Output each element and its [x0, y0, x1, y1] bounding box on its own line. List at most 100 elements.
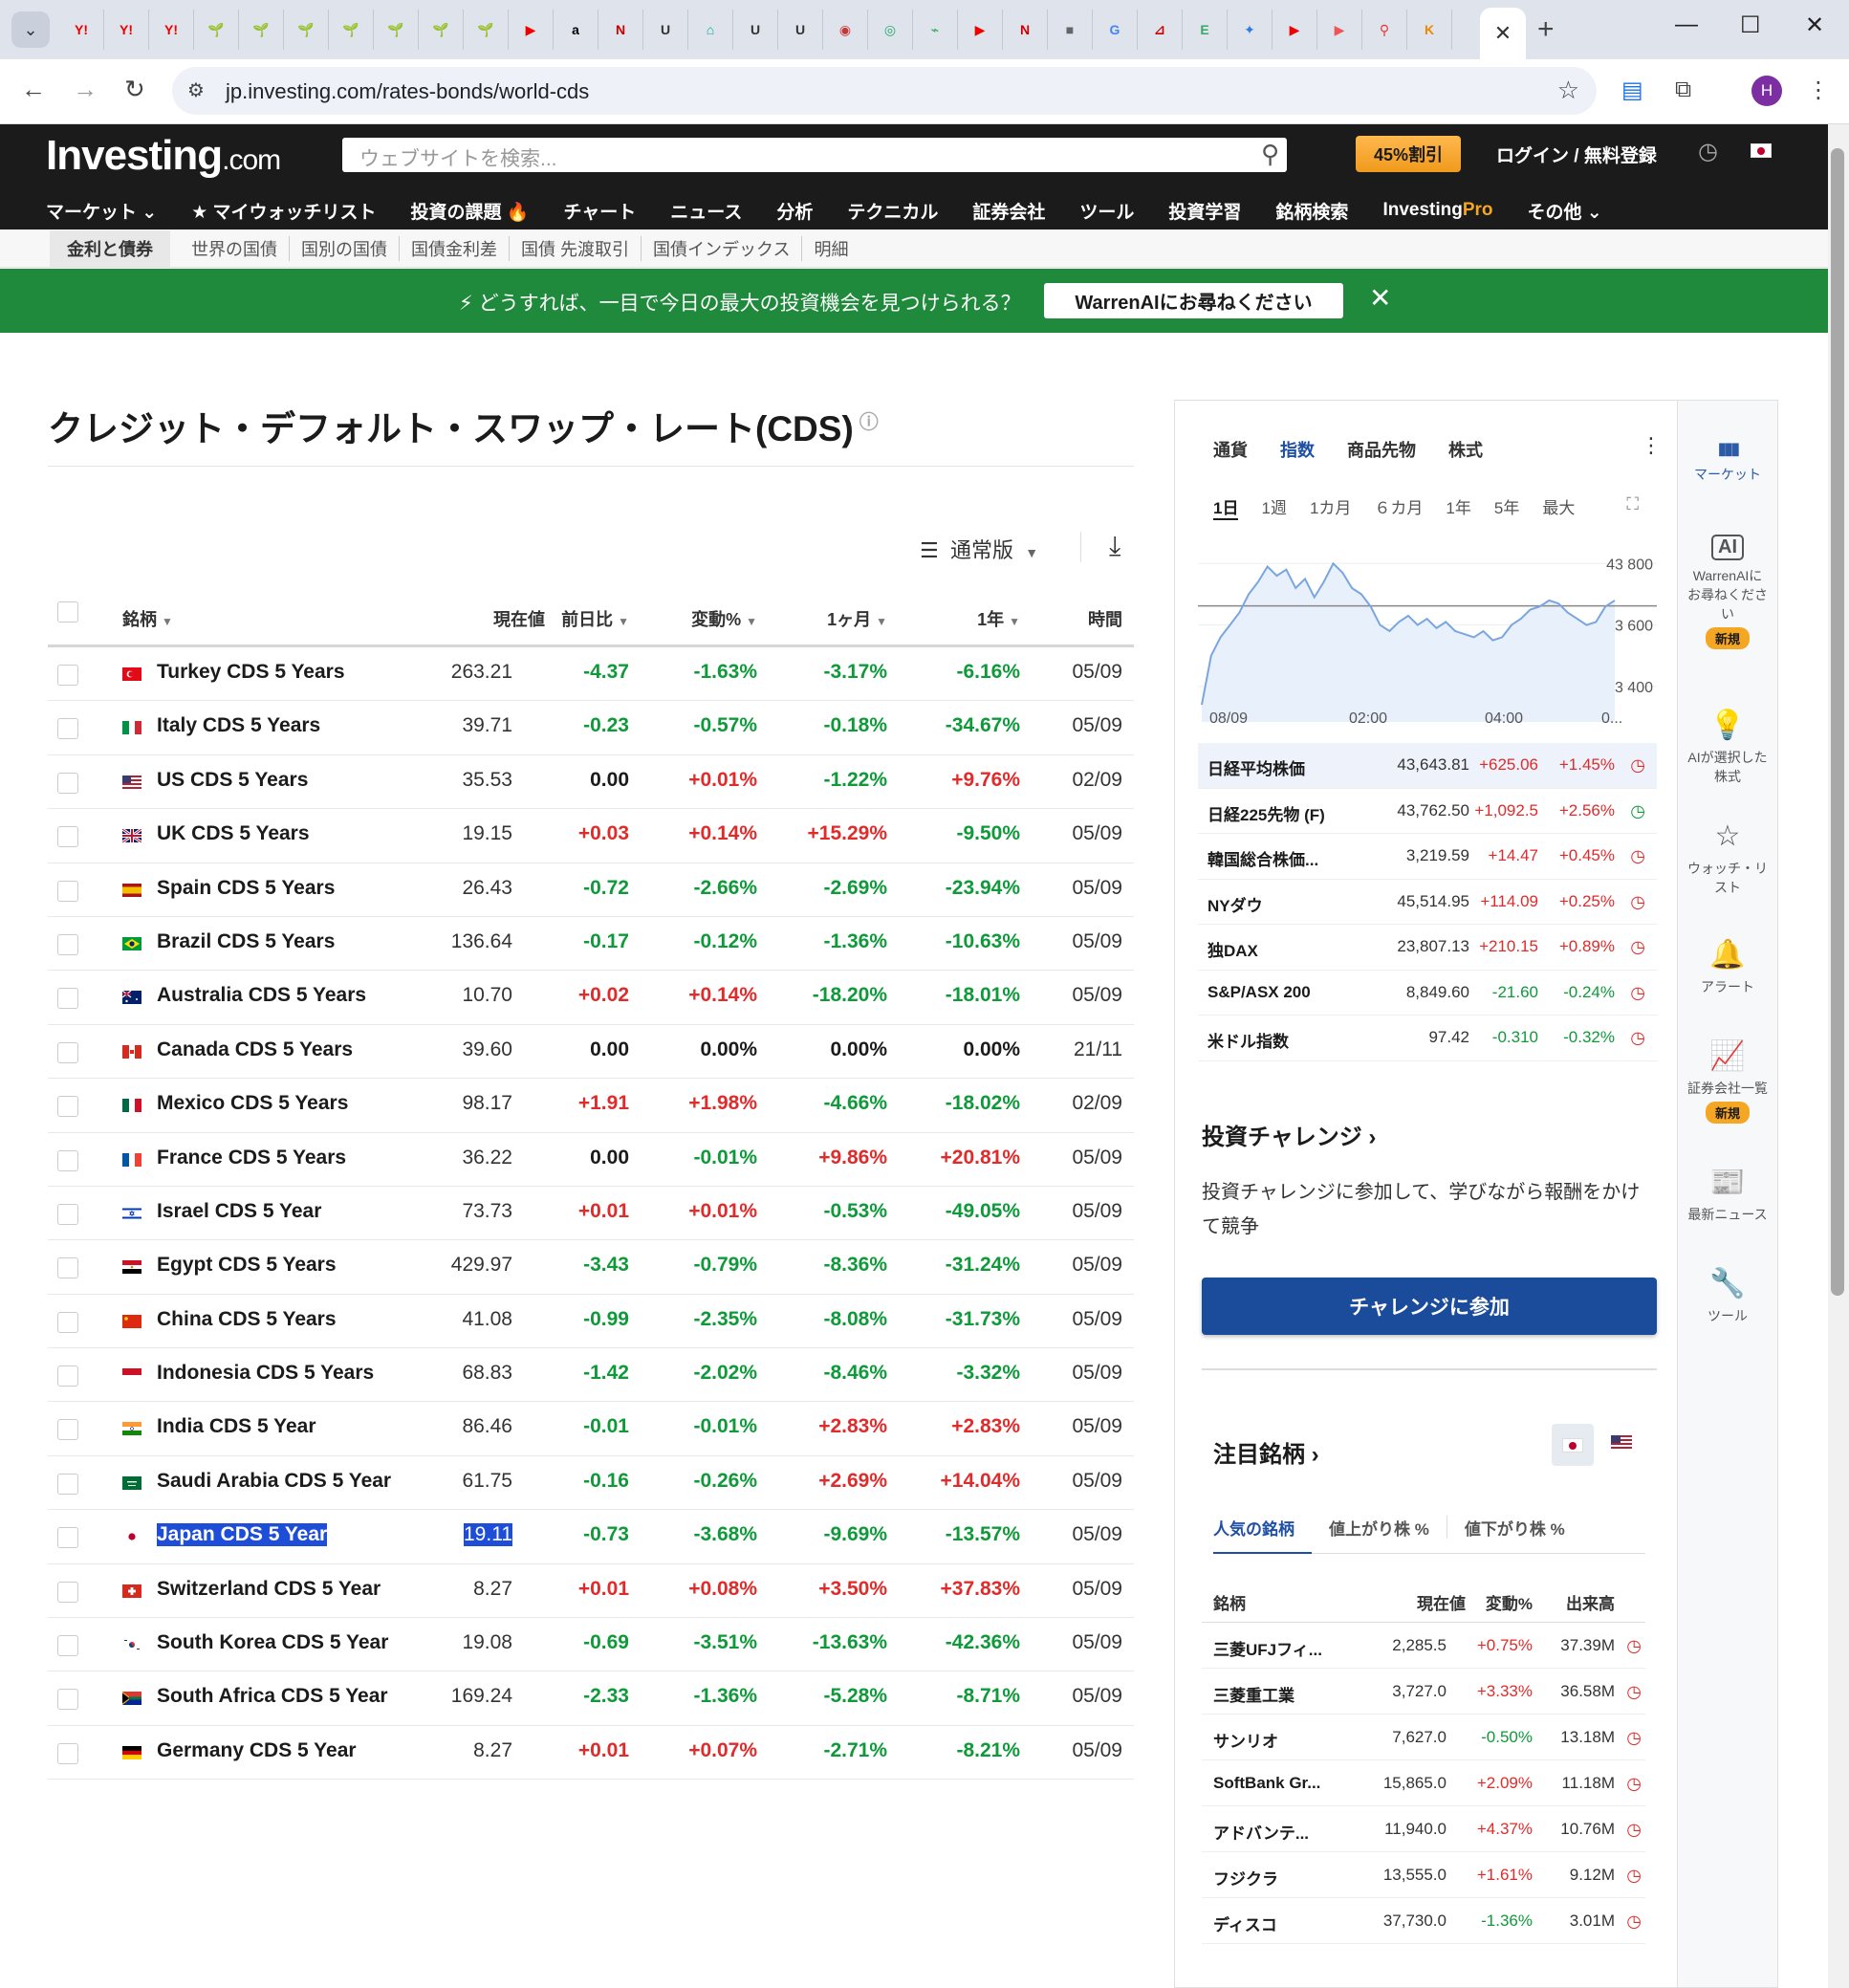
- nav-item[interactable]: テクニカル: [847, 198, 938, 224]
- browser-tab[interactable]: 🌱: [464, 10, 509, 50]
- table-row[interactable]: Canada CDS 5 Years 39.60 0.00 0.00% 0.00% 0.0…: [48, 1025, 1134, 1080]
- subnav-item[interactable]: 国債金利差: [400, 235, 510, 261]
- browser-tab[interactable]: ◉: [823, 10, 868, 50]
- browser-tab[interactable]: K: [1407, 10, 1452, 50]
- browser-tab[interactable]: ■: [1048, 10, 1093, 50]
- index-row[interactable]: S&P/ASX 200 8,849.60 -21.60 -0.24% ◷: [1198, 971, 1657, 1016]
- browser-tab[interactable]: G: [1093, 10, 1138, 50]
- address-bar[interactable]: ⚙ jp.investing.com/rates-bonds/world-cds…: [172, 67, 1597, 115]
- instrument-name-link[interactable]: France CDS 5 Years: [157, 1147, 346, 1169]
- trending-row[interactable]: 三菱重工業 3,727.0 +3.33% 36.58M ◷: [1202, 1669, 1645, 1715]
- browser-tab[interactable]: ⊿: [1138, 10, 1183, 50]
- range-tab[interactable]: 1年: [1446, 494, 1470, 520]
- panel-tab[interactable]: 指数: [1280, 437, 1315, 462]
- login-link[interactable]: ログイン / 無料登録: [1496, 142, 1657, 167]
- index-row[interactable]: 日経225先物 (F) 43,762.50 +1,092.5 +2.56% ◷: [1198, 789, 1657, 834]
- table-row[interactable]: Australia CDS 5 Years 10.70 +0.02 +0.14% -18…: [48, 971, 1134, 1025]
- table-row[interactable]: France CDS 5 Years 36.22 0.00 -0.01% +9.86% +…: [48, 1133, 1134, 1187]
- side-nav-item[interactable]: ☆ ウォッチ・リスト: [1678, 819, 1777, 897]
- index-row[interactable]: 日経平均株価 43,643.81 +625.06 +1.45% ◷: [1198, 743, 1657, 789]
- side-nav-item[interactable]: 💡 AIが選択した株式: [1678, 709, 1777, 786]
- row-checkbox[interactable]: [57, 1473, 78, 1495]
- trending-title[interactable]: 注目銘柄 ›: [1213, 1435, 1319, 1469]
- table-row[interactable]: Egypt CDS 5 Years 429.97 -3.43 -0.79% -8.36%…: [48, 1240, 1134, 1295]
- banner-close-icon[interactable]: ✕: [1369, 282, 1391, 314]
- japan-flag-icon[interactable]: [1751, 143, 1772, 163]
- panel-tab[interactable]: 通貨: [1213, 437, 1248, 462]
- active-tab-close-icon[interactable]: ✕: [1480, 8, 1526, 59]
- nav-item[interactable]: 銘柄検索: [1275, 198, 1348, 224]
- range-tab[interactable]: 5年: [1494, 494, 1519, 520]
- subnav-item[interactable]: 金利と債券: [50, 229, 170, 267]
- index-name-link[interactable]: 日経225先物 (F): [1207, 801, 1325, 825]
- instrument-name-link[interactable]: Indonesia CDS 5 Years: [157, 1362, 374, 1385]
- row-checkbox[interactable]: [57, 1742, 78, 1764]
- new-tab-button[interactable]: +: [1537, 13, 1555, 46]
- browser-tab[interactable]: Y!: [149, 10, 194, 50]
- row-checkbox[interactable]: [57, 1419, 78, 1441]
- row-checkbox[interactable]: [57, 1096, 78, 1118]
- row-checkbox[interactable]: [57, 1257, 78, 1279]
- bookmark-star-icon[interactable]: ☆: [1557, 76, 1579, 105]
- row-checkbox[interactable]: [57, 772, 78, 794]
- browser-tab[interactable]: a: [554, 10, 598, 50]
- index-row[interactable]: NYダウ 45,514.95 +114.09 +0.25% ◷: [1198, 880, 1657, 925]
- instrument-name-link[interactable]: US CDS 5 Years: [157, 769, 308, 792]
- instrument-name-link[interactable]: Canada CDS 5 Years: [157, 1038, 353, 1061]
- browser-tab[interactable]: ◎: [868, 10, 913, 50]
- row-checkbox[interactable]: [57, 718, 78, 740]
- close-window-icon[interactable]: ✕: [1805, 11, 1824, 39]
- minimize-icon[interactable]: —: [1675, 11, 1698, 38]
- col-1y[interactable]: 1年 ▼: [977, 606, 1020, 631]
- instrument-name-link[interactable]: Egypt CDS 5 Years: [157, 1254, 337, 1277]
- search-icon[interactable]: ⚲: [1261, 140, 1279, 169]
- row-checkbox[interactable]: [57, 1581, 78, 1603]
- back-icon[interactable]: ←: [21, 75, 46, 104]
- range-tab[interactable]: ６カ月: [1374, 494, 1423, 520]
- table-row[interactable]: Spain CDS 5 Years 26.43 -0.72 -2.66% -2.69% -…: [48, 863, 1134, 917]
- browser-tab[interactable]: ⚲: [1362, 10, 1407, 50]
- site-logo[interactable]: Investing.com: [46, 132, 281, 180]
- index-name-link[interactable]: 日経平均株価: [1207, 755, 1305, 779]
- subnav-item[interactable]: 国債 先渡取引: [510, 235, 642, 261]
- browser-tab[interactable]: N: [1003, 10, 1048, 50]
- nav-item[interactable]: マーケット ⌄: [46, 198, 157, 224]
- table-row[interactable]: South Korea CDS 5 Year 19.08 -0.69 -3.51% -1…: [48, 1618, 1134, 1672]
- trending-row[interactable]: SoftBank Gr... 15,865.0 +2.09% 11.18M ◷: [1202, 1760, 1645, 1806]
- table-row[interactable]: Germany CDS 5 Year 8.27 +0.01 +0.07% -2.71% -…: [48, 1726, 1134, 1780]
- extensions-icon[interactable]: ⧉: [1675, 76, 1691, 103]
- table-row[interactable]: Israel CDS 5 Year 73.73 +0.01 +0.01% -0.53% -…: [48, 1187, 1134, 1241]
- browser-tab[interactable]: U: [733, 10, 778, 50]
- nav-item[interactable]: 投資学習: [1168, 198, 1241, 224]
- row-checkbox[interactable]: [57, 665, 78, 686]
- info-icon[interactable]: ⓘ: [859, 412, 879, 433]
- browser-tab[interactable]: ▶: [958, 10, 1003, 50]
- index-row[interactable]: 独DAX 23,807.13 +210.15 +0.89% ◷: [1198, 925, 1657, 971]
- maximize-icon[interactable]: ☐: [1740, 11, 1761, 39]
- trending-row[interactable]: フジクラ 13,555.0 +1.61% 9.12M ◷: [1202, 1852, 1645, 1898]
- col-name[interactable]: 銘柄 ▼: [122, 606, 173, 631]
- subnav-item[interactable]: 明細: [802, 236, 859, 261]
- subnav-item[interactable]: 世界の国債: [180, 235, 290, 261]
- instrument-name-link[interactable]: Germany CDS 5 Year: [157, 1739, 357, 1762]
- instrument-name-link[interactable]: South Africa CDS 5 Year: [157, 1685, 388, 1708]
- trending-row[interactable]: ディスコ 37,730.0 -1.36% 3.01M ◷: [1202, 1898, 1645, 1944]
- instrument-name-link[interactable]: Mexico CDS 5 Years: [157, 1092, 348, 1115]
- browser-tab[interactable]: 🌱: [239, 10, 284, 50]
- instrument-name-link[interactable]: Spain CDS 5 Years: [157, 877, 335, 900]
- instrument-name-link[interactable]: Japan CDS 5 Year: [157, 1523, 328, 1547]
- panel-tab[interactable]: 株式: [1448, 437, 1483, 462]
- site-search-input[interactable]: ウェブサイトを検索... ⚲: [342, 138, 1287, 172]
- col-time[interactable]: 時間: [1088, 606, 1122, 631]
- stock-name-link[interactable]: フジクラ: [1213, 1866, 1278, 1890]
- join-challenge-button[interactable]: チャレンジに参加: [1202, 1278, 1657, 1335]
- index-name-link[interactable]: NYダウ: [1207, 892, 1263, 916]
- stock-name-link[interactable]: ディスコ: [1213, 1912, 1277, 1935]
- site-info-icon[interactable]: ⚙: [187, 78, 205, 102]
- range-tab[interactable]: 1週: [1261, 494, 1286, 520]
- stock-name-link[interactable]: アドバンテ...: [1213, 1820, 1309, 1844]
- stock-name-link[interactable]: サンリオ: [1213, 1728, 1278, 1752]
- table-row[interactable]: South Africa CDS 5 Year 169.24 -2.33 -1.36%…: [48, 1671, 1134, 1726]
- trending-row[interactable]: アドバンテ... 11,940.0 +4.37% 10.76M ◷: [1202, 1806, 1645, 1852]
- subnav-item[interactable]: 国債インデックス: [642, 235, 803, 261]
